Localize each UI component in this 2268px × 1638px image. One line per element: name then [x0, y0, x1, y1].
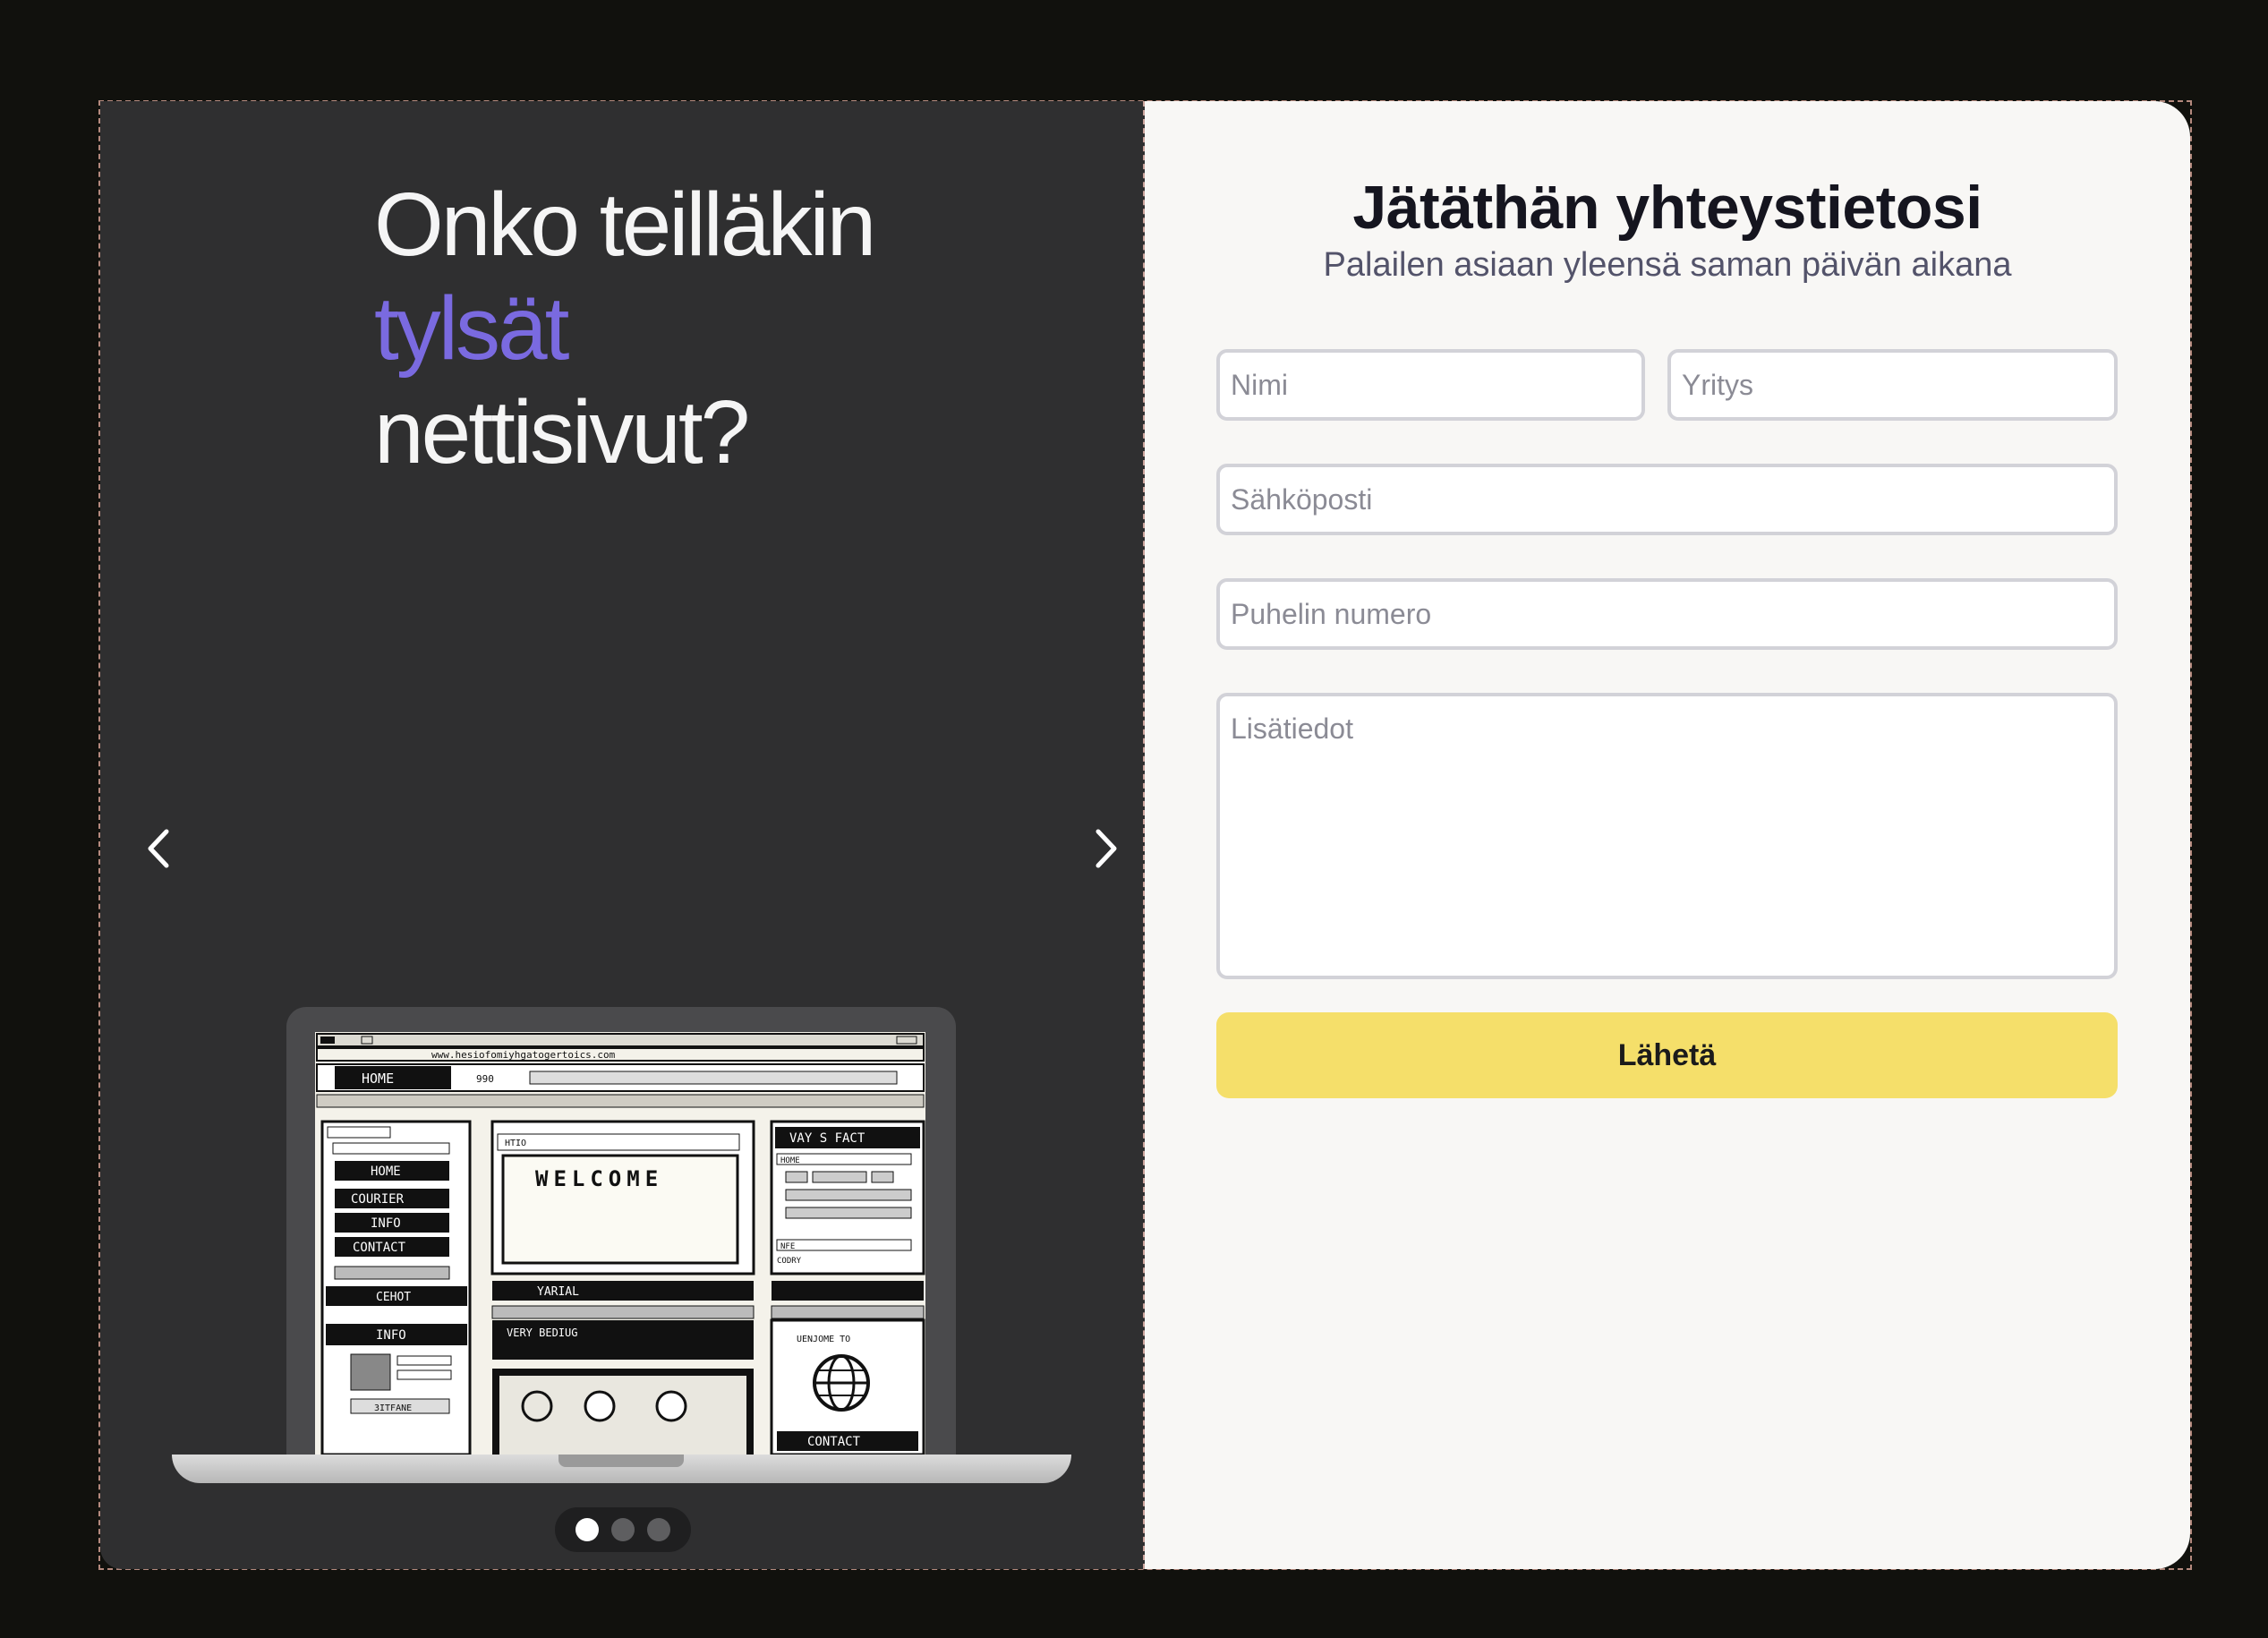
chevron-left-icon	[148, 829, 169, 868]
illustration-menu-3: CONTACT	[353, 1241, 406, 1255]
headline-line-3: nettisivut?	[374, 382, 750, 482]
contact-card: Onko teilläkin tylsät nettisivut? www.he…	[100, 101, 2190, 1569]
illustration-right-welcome: UENJOME TO	[797, 1335, 850, 1344]
slide-dot-1[interactable]	[576, 1518, 599, 1541]
email-input[interactable]	[1216, 464, 2118, 535]
headline-accent-word: tylsät	[374, 278, 569, 379]
laptop-illustration: www.hesiofomiyhgatogertoics.com HOME 990…	[172, 1007, 1071, 1490]
illustration-right-small-3: CODRY	[777, 1257, 802, 1266]
illustration-top-home: HOME	[362, 1071, 394, 1087]
laptop-notch	[558, 1455, 684, 1467]
slideshow-panel: Onko teilläkin tylsät nettisivut? www.he…	[100, 101, 1145, 1569]
details-textarea[interactable]	[1216, 693, 2118, 979]
next-slide-button[interactable]	[1075, 817, 1138, 880]
slide-dot-2[interactable]	[611, 1518, 635, 1541]
illustration-top-field: 990	[476, 1073, 494, 1085]
illustration-right-title: VAY S FACT	[789, 1131, 865, 1146]
illustration-center-bar-2: VERY BEDIUG	[507, 1327, 577, 1339]
illustration-right-small-2: NFE	[780, 1242, 795, 1251]
prev-slide-button[interactable]	[127, 817, 190, 880]
contact-form-panel: Jätäthän yhteystietosi Palailen asiaan y…	[1145, 101, 2190, 1569]
form-subtitle: Palailen asiaan yleensä saman päivän aik…	[1323, 246, 2012, 284]
illustration-left-box-title: INFO	[376, 1328, 406, 1343]
company-input[interactable]	[1667, 349, 2118, 421]
illustration-menu-1: COURIER	[351, 1192, 405, 1207]
illustration-url: www.hesiofomiyhgatogertoics.com	[431, 1049, 616, 1061]
illustration-menu-2: INFO	[371, 1216, 401, 1231]
chevron-right-icon	[1096, 829, 1117, 868]
illustration-left-caption: CEHOT	[376, 1291, 411, 1304]
illustration-menu-0: HOME	[371, 1165, 401, 1179]
slide-headline: Onko teilläkin tylsät nettisivut?	[374, 173, 876, 484]
submit-button[interactable]: Lähetä	[1216, 1012, 2118, 1098]
form-title: Jätäthän yhteystietosi	[1352, 174, 1982, 242]
retro-website-screen: www.hesiofomiyhgatogertoics.com HOME 990…	[315, 1032, 925, 1455]
slide-indicator	[555, 1507, 691, 1552]
phone-input[interactable]	[1216, 578, 2118, 650]
illustration-welcome: WELCOME	[535, 1166, 663, 1191]
illustration-center-bar-1: YARIAL	[537, 1285, 579, 1299]
illustration-center-tab: HTIO	[505, 1139, 526, 1148]
name-input[interactable]	[1216, 349, 1645, 421]
headline-line-1: Onko teilläkin	[374, 175, 876, 275]
illustration-left-box-button: 3ITFANE	[374, 1403, 412, 1413]
illustration-right-contact: CONTACT	[807, 1435, 861, 1449]
retro-website-drawing: www.hesiofomiyhgatogertoics.com HOME 990…	[315, 1032, 925, 1455]
slide-dot-3[interactable]	[647, 1518, 670, 1541]
illustration-right-small-1: HOME	[780, 1156, 800, 1165]
